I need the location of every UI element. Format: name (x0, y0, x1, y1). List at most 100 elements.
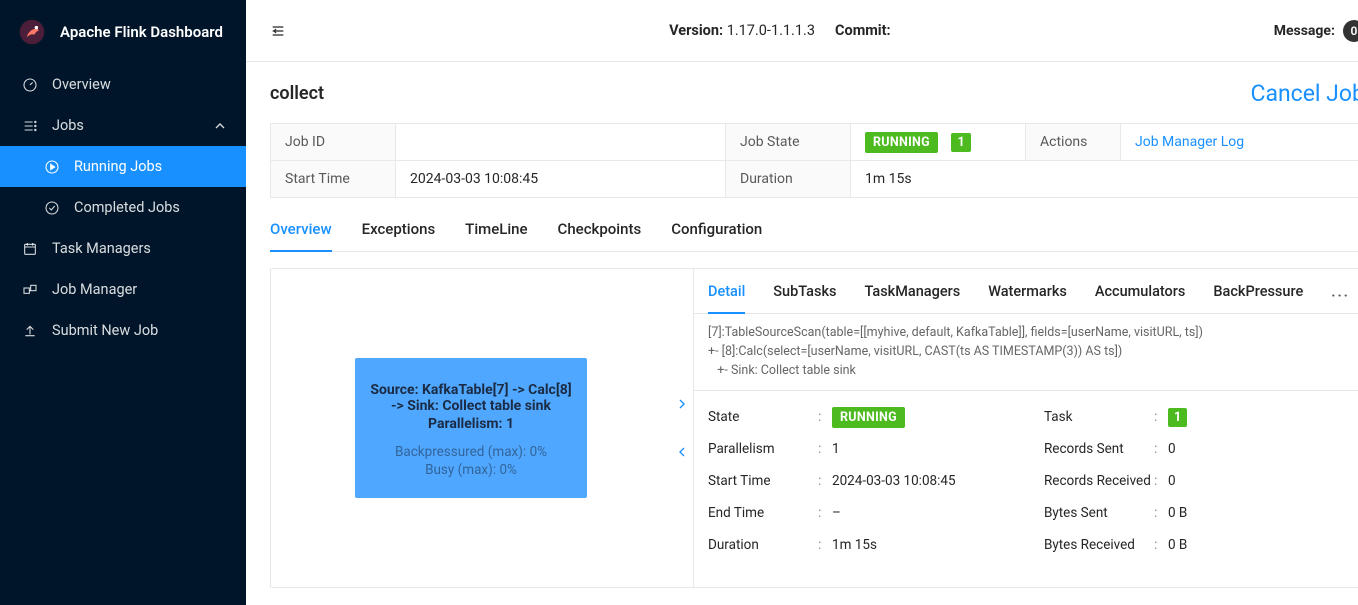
sidebar-item-label: Completed Jobs (74, 199, 180, 216)
job-id-label: Job ID (271, 124, 396, 161)
tab-overview[interactable]: Overview (270, 216, 332, 252)
cancel-job-link[interactable]: Cancel Job (1250, 80, 1358, 107)
records-sent-label: Records Sent (1044, 441, 1154, 457)
bytes-sent-label: Bytes Sent (1044, 505, 1154, 521)
commit-label: Commit: (835, 22, 891, 39)
start-time-value2: 2024-03-03 10:08:45 (832, 473, 1014, 489)
sidebar-item-job-manager[interactable]: Job Manager (0, 269, 246, 310)
sidebar-item-running-jobs[interactable]: Running Jobs (0, 146, 246, 187)
job-state-count: 1 (951, 133, 970, 152)
duration-value: 1m 15s (851, 161, 1358, 198)
menu-fold-icon[interactable] (270, 23, 286, 39)
parallelism-label: Parallelism (708, 441, 818, 457)
job-manager-log-link[interactable]: Job Manager Log (1135, 134, 1244, 150)
sidebar-item-jobs[interactable]: Jobs (0, 105, 246, 146)
topbar-info: Version: 1.17.0-1.1.1.3 Commit: (669, 22, 891, 39)
graph-node-title2: -> Sink: Collect table sink (367, 398, 575, 414)
start-time-label2: Start Time (708, 473, 818, 489)
task-count-badge: 1 (1168, 408, 1187, 427)
build-icon (22, 282, 38, 298)
sidebar-item-label: Jobs (52, 117, 84, 134)
state-badge: RUNNING (832, 407, 905, 428)
sidebar-item-label: Running Jobs (74, 158, 162, 175)
dashboard-icon (22, 77, 38, 93)
dtab-taskmanagers[interactable]: TaskManagers (864, 279, 960, 314)
bytes-received-label: Bytes Received (1044, 537, 1154, 553)
job-id-value (396, 124, 726, 161)
main: Version: 1.17.0-1.1.1.3 Commit: Message:… (246, 0, 1358, 605)
dtab-accumulators[interactable]: Accumulators (1095, 279, 1186, 314)
detail-tabs: Detail SubTasks TaskManagers Watermarks … (694, 269, 1358, 314)
duration-label: Duration (726, 161, 851, 198)
detail-metrics: State:RUNNING Parallelism:1 Start Time:2… (694, 391, 1358, 561)
sidebar-item-task-managers[interactable]: Task Managers (0, 228, 246, 269)
parallelism-value: 1 (832, 441, 1014, 457)
dtab-subtasks[interactable]: SubTasks (773, 279, 836, 314)
overview-panel: Source: KafkaTable[7] -> Calc[8] -> Sink… (270, 268, 1358, 588)
sidebar-item-submit-new-job[interactable]: Submit New Job (0, 310, 246, 351)
graph-node-parallelism: Parallelism: 1 (367, 416, 575, 432)
list-icon (22, 118, 38, 134)
records-received-label: Records Received (1044, 473, 1154, 489)
topbar-message: Message: 0 (1274, 20, 1358, 42)
dtab-watermarks[interactable]: Watermarks (988, 279, 1067, 314)
metrics-col-right: Task:1 Records Sent:0 Records Received:0… (1044, 409, 1350, 553)
records-received-value: 0 (1168, 473, 1350, 489)
tab-checkpoints[interactable]: Checkpoints (558, 216, 642, 252)
graph-area[interactable]: Source: KafkaTable[7] -> Calc[8] -> Sink… (271, 269, 671, 587)
start-time-label: Start Time (271, 161, 396, 198)
version-value: 1.17.0-1.1.1.3 (727, 22, 815, 39)
chevron-up-icon (212, 118, 228, 134)
sidebar-item-label: Overview (52, 76, 111, 93)
plan-text: [7]:TableSourceScan(table=[[myhive, defa… (694, 314, 1358, 391)
job-tabs: Overview Exceptions TimeLine Checkpoints… (270, 216, 1358, 252)
graph-node-title1: Source: KafkaTable[7] -> Calc[8] (367, 382, 575, 398)
tab-configuration[interactable]: Configuration (671, 216, 762, 252)
message-label: Message: (1274, 23, 1335, 39)
sidebar: Apache Flink Dashboard Overview Jobs Run… (0, 0, 246, 605)
version-label: Version: (669, 22, 723, 39)
dtab-backpressure[interactable]: BackPressure (1213, 279, 1303, 314)
graph-node-backpressure: Backpressured (max): 0% (367, 444, 575, 460)
state-label: State (708, 409, 818, 425)
start-time-value: 2024-03-03 10:08:45 (396, 161, 726, 198)
flink-logo-icon (18, 18, 46, 46)
more-tabs-icon[interactable]: ··· (1331, 288, 1350, 304)
schedule-icon (22, 241, 38, 257)
duration-label2: Duration (708, 537, 818, 553)
sidebar-header: Apache Flink Dashboard (0, 0, 246, 64)
end-time-label: End Time (708, 505, 818, 521)
sidebar-item-label: Submit New Job (52, 322, 158, 339)
records-sent-value: 0 (1168, 441, 1350, 457)
chevron-left-icon[interactable] (674, 444, 690, 460)
message-count-badge[interactable]: 0 (1343, 20, 1358, 42)
task-label: Task (1044, 409, 1154, 425)
job-info-table: Job ID Job State RUNNING 1 Actions Job M… (270, 123, 1358, 198)
tab-timeline[interactable]: TimeLine (465, 216, 527, 252)
end-time-value: – (832, 505, 1014, 521)
actions-cell: Job Manager Log (1121, 124, 1358, 161)
play-circle-icon (44, 159, 60, 175)
detail-panel: Detail SubTasks TaskManagers Watermarks … (693, 269, 1358, 587)
graph-node[interactable]: Source: KafkaTable[7] -> Calc[8] -> Sink… (355, 358, 587, 498)
job-state-label: Job State (726, 124, 851, 161)
bytes-sent-value: 0 B (1168, 505, 1350, 521)
sidebar-item-label: Job Manager (52, 281, 137, 298)
splitter (671, 269, 693, 587)
check-circle-icon (44, 200, 60, 216)
actions-label: Actions (1026, 124, 1121, 161)
metrics-col-left: State:RUNNING Parallelism:1 Start Time:2… (708, 409, 1014, 553)
chevron-right-icon[interactable] (674, 396, 690, 412)
job-title: collect (270, 83, 324, 104)
sidebar-item-completed-jobs[interactable]: Completed Jobs (0, 187, 246, 228)
job-state-cell: RUNNING 1 (851, 124, 1026, 161)
bytes-received-value: 0 B (1168, 537, 1350, 553)
dtab-detail[interactable]: Detail (708, 279, 745, 314)
graph-node-busy: Busy (max): 0% (367, 462, 575, 478)
sidebar-item-overview[interactable]: Overview (0, 64, 246, 105)
job-state-badge: RUNNING (865, 132, 938, 153)
sidebar-item-label: Task Managers (52, 240, 151, 257)
tab-exceptions[interactable]: Exceptions (362, 216, 436, 252)
duration-value2: 1m 15s (832, 537, 1014, 553)
topbar: Version: 1.17.0-1.1.1.3 Commit: Message:… (246, 0, 1358, 62)
